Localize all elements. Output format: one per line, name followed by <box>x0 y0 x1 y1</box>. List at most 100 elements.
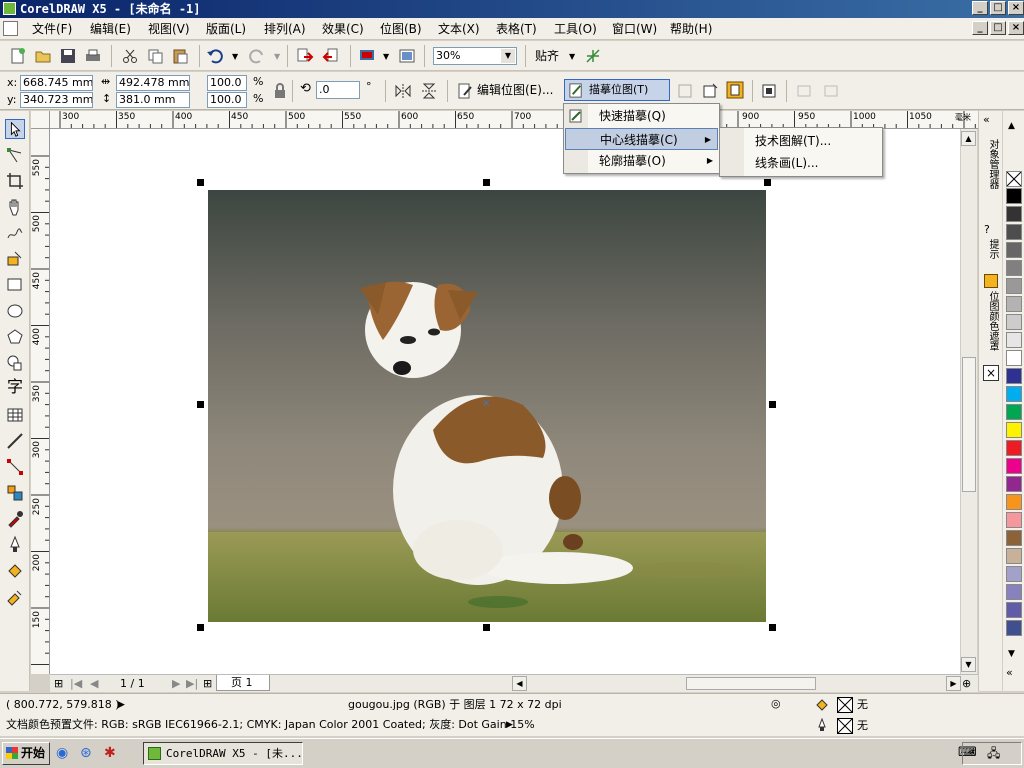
palette-swatch[interactable] <box>1006 224 1022 240</box>
crop-tool-icon[interactable] <box>5 171 25 191</box>
basic-shapes-tool-icon[interactable] <box>5 353 25 373</box>
selection-handle-right[interactable] <box>769 401 776 408</box>
freehand-tool-icon[interactable] <box>5 223 25 243</box>
mirror-vertical-icon[interactable] <box>420 82 438 100</box>
outline-tool-icon[interactable] <box>5 535 25 555</box>
menu-view[interactable]: 视图(V) <box>148 21 190 37</box>
welcome-screen-icon[interactable] <box>398 47 416 65</box>
document-icon[interactable] <box>3 21 18 36</box>
menu-item-outline-trace[interactable]: 轮廓描摹(O) ▶ <box>564 150 719 172</box>
docker-tab-hints[interactable]: 提示 <box>982 239 1000 269</box>
palette-swatch[interactable] <box>1006 476 1022 492</box>
menu-edit[interactable]: 编辑(E) <box>90 21 131 37</box>
selection-handle-top-left[interactable] <box>197 179 204 186</box>
snap-to-label[interactable]: 贴齐 <box>535 49 559 63</box>
new-document-icon[interactable] <box>9 47 27 65</box>
outline-none-swatch[interactable] <box>837 718 853 734</box>
menu-window[interactable]: 窗口(W) <box>612 21 657 37</box>
menu-item-technical-illustration[interactable]: 技术图解(T)... <box>720 130 882 152</box>
add-page-before-icon[interactable]: ⊞ <box>54 677 63 691</box>
x-position-field[interactable]: 668.745 mm <box>20 75 93 91</box>
taskbar-item-coreldraw[interactable]: CorelDRAW X5 - [未... <box>143 742 303 765</box>
connector-tool-icon[interactable] <box>5 457 25 477</box>
blend-tool-icon[interactable] <box>5 483 25 503</box>
doc-restore-button[interactable]: □ <box>990 21 1006 35</box>
scroll-down-icon[interactable]: ▼ <box>961 657 976 672</box>
menu-arrange[interactable]: 排列(A) <box>264 21 306 37</box>
scale-y-field[interactable]: 100.0 <box>207 92 247 108</box>
previous-page-icon[interactable]: ◀ <box>90 677 98 691</box>
menu-text[interactable]: 文本(X) <box>438 21 480 37</box>
scale-x-field[interactable]: 100.0 <box>207 75 247 91</box>
docker-close-icon[interactable]: × <box>983 365 999 381</box>
save-icon[interactable] <box>59 47 77 65</box>
link-bitmap-icon[interactable] <box>760 82 778 100</box>
edit-bitmap-icon[interactable] <box>456 82 474 100</box>
palette-swatch[interactable] <box>1006 422 1022 438</box>
bitmap-color-mask-icon[interactable] <box>726 81 744 99</box>
minimize-button[interactable]: _ <box>972 1 988 15</box>
ruler-origin[interactable] <box>31 111 50 129</box>
status-expand-icon[interactable]: ▶ <box>118 698 125 712</box>
copy-icon[interactable] <box>146 47 164 65</box>
text-tool-icon[interactable]: 字 <box>5 377 25 397</box>
palette-swatch[interactable] <box>1006 206 1022 222</box>
bitmap-option-a-icon[interactable] <box>795 82 813 100</box>
palette-swatch[interactable] <box>1006 530 1022 546</box>
crop-bitmap-icon[interactable] <box>676 82 694 100</box>
first-page-icon[interactable]: |◀ <box>70 677 82 691</box>
palette-swatch[interactable] <box>1006 620 1022 636</box>
polygon-tool-icon[interactable] <box>5 327 25 347</box>
zoom-dropdown-icon[interactable]: ▼ <box>501 49 515 63</box>
print-icon[interactable] <box>84 47 102 65</box>
selection-handle-top-right[interactable] <box>764 179 771 186</box>
horizontal-scroll-thumb[interactable] <box>686 677 816 690</box>
zoom-navigator-icon[interactable]: ⊕ <box>962 677 971 691</box>
dimension-tool-icon[interactable] <box>5 431 25 451</box>
table-tool-icon[interactable] <box>5 405 25 425</box>
menu-effects[interactable]: 效果(C) <box>322 21 364 37</box>
smart-fill-tool-icon[interactable] <box>5 249 25 269</box>
vertical-scroll-thumb[interactable] <box>962 357 976 492</box>
application-launcher-icon[interactable] <box>358 47 376 65</box>
palette-swatch[interactable] <box>1006 386 1022 402</box>
menu-bitmaps[interactable]: 位图(B) <box>380 21 422 37</box>
start-button[interactable]: 开始 <box>2 742 50 765</box>
close-button[interactable]: × <box>1008 1 1024 15</box>
palette-swatch[interactable] <box>1006 314 1022 330</box>
height-field[interactable]: 381.0 mm <box>116 92 190 108</box>
undo-icon[interactable] <box>206 47 224 65</box>
interactive-fill-tool-icon[interactable] <box>5 587 25 607</box>
palette-swatch[interactable] <box>1006 260 1022 276</box>
palette-swatch[interactable] <box>1006 512 1022 528</box>
docker-tab-object-manager[interactable]: 对象管理器 <box>982 139 1000 229</box>
tray-expand-icon[interactable]: « <box>968 746 976 760</box>
palette-swatch[interactable] <box>1006 188 1022 204</box>
page-tab-1[interactable]: 页 1 <box>216 675 270 691</box>
selection-handle-left[interactable] <box>197 401 204 408</box>
next-page-icon[interactable]: ▶ <box>172 677 180 691</box>
add-page-after-icon[interactable]: ⊞ <box>203 677 212 691</box>
app-quicklaunch-icon[interactable]: ✱ <box>104 746 116 760</box>
menu-tools[interactable]: 工具(O) <box>554 21 597 37</box>
paste-icon[interactable] <box>171 47 189 65</box>
resample-icon[interactable] <box>701 82 719 100</box>
bitmap-option-b-icon[interactable] <box>822 82 840 100</box>
palette-swatch[interactable] <box>1006 494 1022 510</box>
menu-table[interactable]: 表格(T) <box>496 21 537 37</box>
scroll-right-icon[interactable]: ▶ <box>946 676 961 691</box>
vertical-scrollbar[interactable]: ▲ ▼ <box>960 129 977 674</box>
snapshot-icon[interactable]: ◎ <box>771 697 781 711</box>
palette-swatch[interactable] <box>1006 368 1022 384</box>
browser-quicklaunch-icon[interactable]: ⊛ <box>80 746 92 760</box>
palette-scroll-down-icon[interactable]: ▼ <box>1008 647 1015 661</box>
palette-expand-icon[interactable]: « <box>1006 666 1013 680</box>
last-page-icon[interactable]: ▶| <box>186 677 198 691</box>
palette-swatch[interactable] <box>1006 404 1022 420</box>
scroll-up-icon[interactable]: ▲ <box>961 131 976 146</box>
y-position-field[interactable]: 340.723 mm <box>20 92 93 108</box>
docker-tab-bitmap-color-mask[interactable]: 位图颜色遮罩 <box>982 291 1000 371</box>
snap-dropdown-icon[interactable]: ▼ <box>569 50 575 64</box>
launcher-dropdown-icon[interactable]: ▼ <box>383 50 389 64</box>
redo-icon[interactable] <box>248 47 266 65</box>
